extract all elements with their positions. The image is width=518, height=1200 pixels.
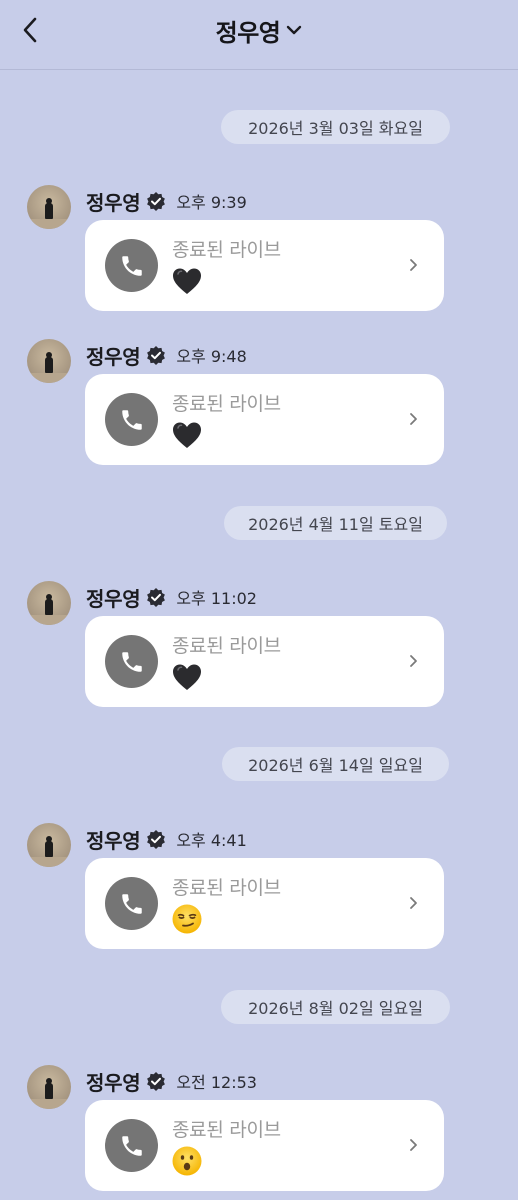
chat-header: 정우영 [0,0,518,70]
avatar[interactable] [27,581,71,625]
sender-name: 정우영 [86,1070,141,1095]
avatar[interactable] [27,823,71,867]
live-label: 종료된 라이브 [172,239,281,261]
date-separator: 2026년 4월 11일 토요일 [224,506,447,540]
verified-badge-icon [146,587,166,607]
live-label: 종료된 라이브 [172,393,281,415]
ended-live-card[interactable]: 종료된 라이브 [85,616,444,707]
phone-icon [105,393,158,446]
sender-name: 정우영 [86,828,141,853]
message-item: 정우영 오후 11:02 종료된 라이브 [0,581,518,721]
chat-title: 정우영 [215,18,281,47]
message-time: 오후 11:02 [176,589,257,608]
avatar[interactable] [27,339,71,383]
ended-live-card[interactable]: 종료된 라이브 [85,374,444,465]
chevron-right-icon [410,1139,417,1151]
avatar[interactable] [27,185,71,229]
avatar[interactable] [27,1065,71,1109]
phone-icon [105,877,158,930]
chevron-right-icon [410,413,417,425]
date-separator: 2026년 8월 02일 일요일 [221,990,450,1024]
live-label: 종료된 라이브 [172,1119,281,1141]
message-meta: 정우영 오전 12:53 [86,1067,257,1095]
message-time: 오전 12:53 [176,1073,257,1092]
message-time: 오후 4:41 [176,831,247,850]
chevron-down-icon [286,24,302,36]
message-meta: 정우영 오후 4:41 [86,825,247,853]
phone-icon [105,635,158,688]
chevron-right-icon [410,655,417,667]
verified-badge-icon [146,1071,166,1091]
ended-live-card[interactable]: 종료된 라이브 [85,1100,444,1191]
message-meta: 정우영 오후 9:39 [86,187,247,215]
black-heart-icon [173,268,201,294]
chat-title-button[interactable]: 정우영 [0,12,518,48]
message-time: 오후 9:48 [176,347,247,366]
live-label: 종료된 라이브 [172,635,281,657]
message-item: 정우영 오후 4:41 종료된 라이브 [0,823,518,963]
phone-icon [105,239,158,292]
chevron-right-icon [410,259,417,271]
sender-name: 정우영 [86,586,141,611]
hushed-face-icon [172,1146,202,1176]
black-heart-icon [173,422,201,448]
message-meta: 정우영 오후 9:48 [86,341,247,369]
verified-badge-icon [146,829,166,849]
message-item: 정우영 오전 12:53 종료된 라이브 [0,1065,518,1200]
message-meta: 정우영 오후 11:02 [86,583,257,611]
ended-live-card[interactable]: 종료된 라이브 [85,220,444,311]
verified-badge-icon [146,345,166,365]
date-separator: 2026년 3월 03일 화요일 [221,110,450,144]
live-label: 종료된 라이브 [172,877,281,899]
ended-live-card[interactable]: 종료된 라이브 [85,858,444,949]
message-time: 오후 9:39 [176,193,247,212]
message-item: 정우영 오후 9:39 종료된 라이브 [0,185,518,325]
phone-icon [105,1119,158,1172]
date-separator: 2026년 6월 14일 일요일 [222,747,449,781]
sender-name: 정우영 [86,190,141,215]
message-item: 정우영 오후 9:48 종료된 라이브 [0,339,518,479]
black-heart-icon [173,664,201,690]
chevron-right-icon [410,897,417,909]
smirking-face-icon [172,904,202,934]
sender-name: 정우영 [86,344,141,369]
verified-badge-icon [146,191,166,211]
